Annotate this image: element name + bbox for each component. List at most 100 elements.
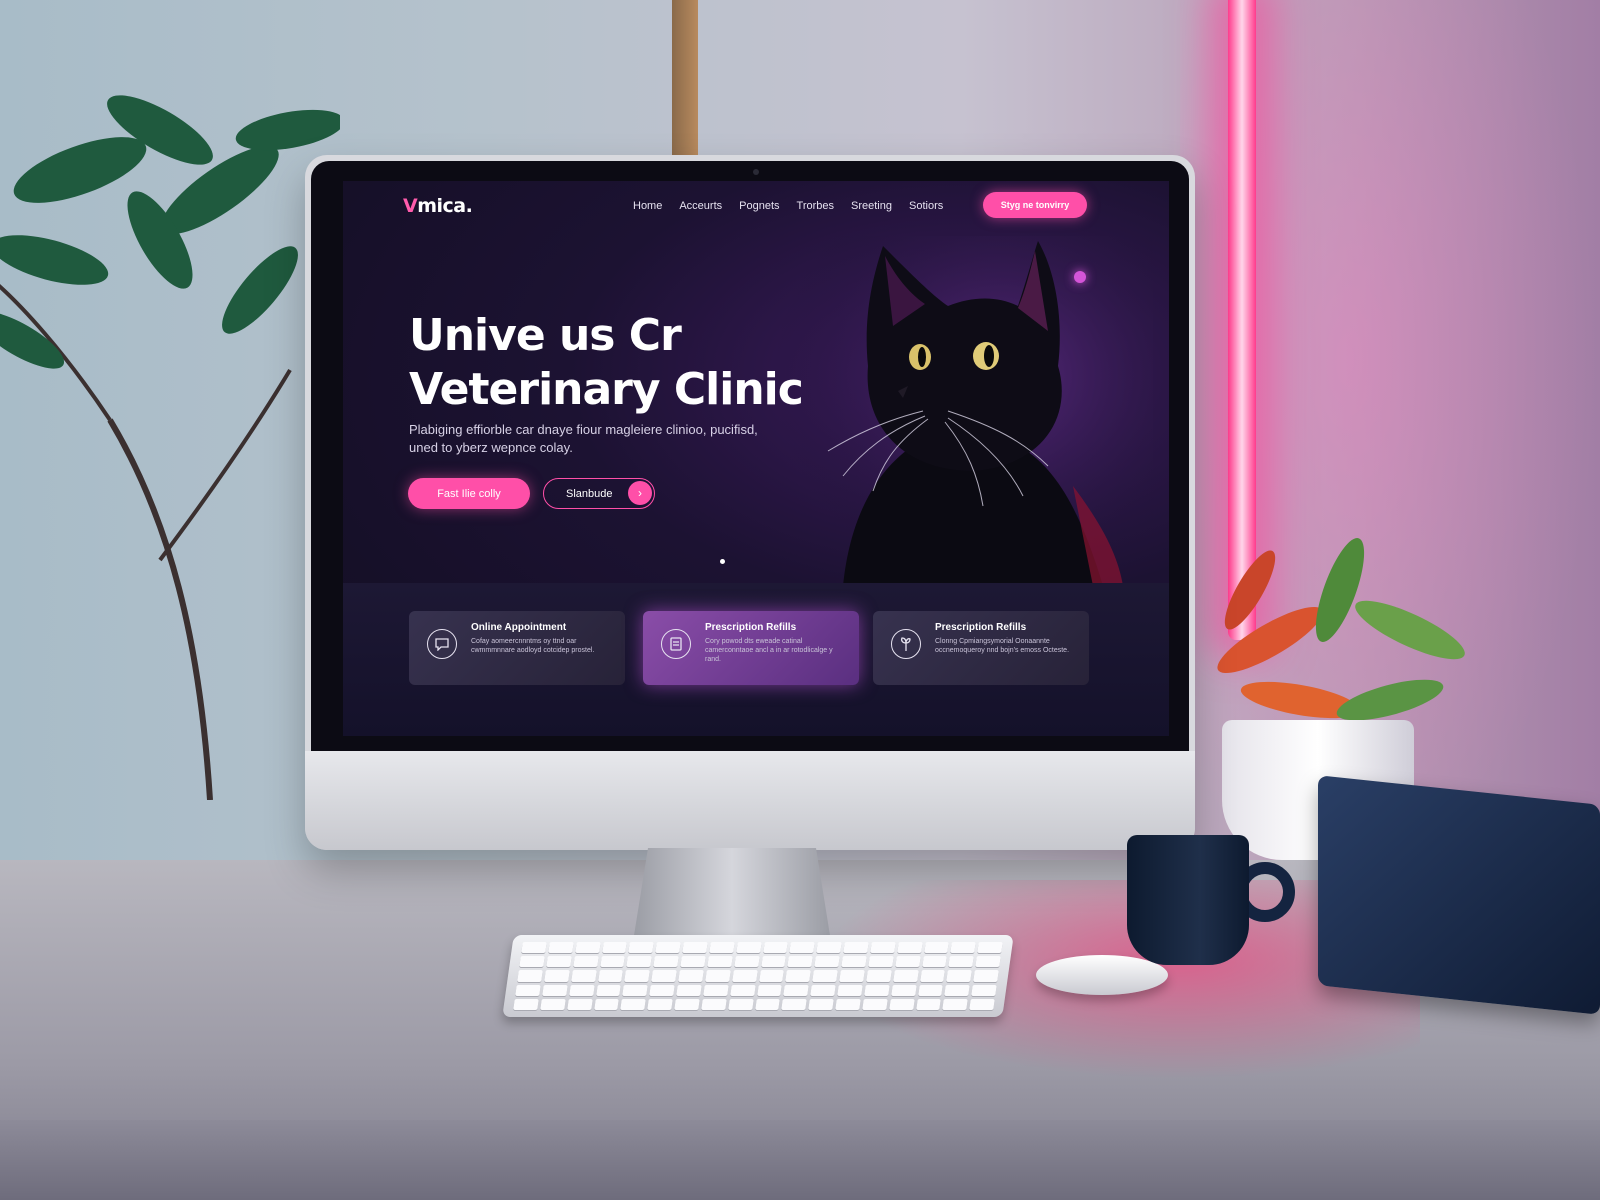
keyboard-key[interactable]: [655, 942, 681, 954]
keyboard-key[interactable]: [735, 942, 762, 954]
keyboard-key[interactable]: [892, 970, 919, 982]
keyboard-key[interactable]: [977, 942, 1003, 954]
keyboard-key[interactable]: [622, 984, 648, 996]
feature-card-prescription-refills-2[interactable]: Prescription Refills Clonng Cpmiangsymor…: [873, 611, 1089, 685]
keyboard-key[interactable]: [812, 970, 838, 982]
keyboard-key[interactable]: [628, 942, 654, 954]
keyboard-key[interactable]: [816, 942, 842, 954]
nav-link-home[interactable]: Home: [633, 200, 662, 212]
keyboard-key[interactable]: [973, 970, 999, 982]
keyboard-key[interactable]: [754, 998, 781, 1010]
keyboard-key[interactable]: [843, 942, 869, 954]
nav-link-sotiors[interactable]: Sotiors: [909, 200, 943, 212]
keyboard-key[interactable]: [599, 956, 626, 968]
keyboard-key[interactable]: [969, 998, 995, 1010]
keyboard-key[interactable]: [921, 956, 948, 968]
keyboard-key[interactable]: [682, 942, 708, 954]
keyboard-key[interactable]: [839, 970, 865, 982]
keyboard-key[interactable]: [705, 970, 731, 982]
keyboard-key[interactable]: [837, 984, 863, 996]
keyboard-key[interactable]: [789, 942, 815, 954]
keyboard-key[interactable]: [948, 956, 974, 968]
keyboard-key[interactable]: [678, 970, 704, 982]
keyboard-key[interactable]: [781, 998, 807, 1010]
keyboard-key[interactable]: [513, 998, 539, 1010]
keyboard-key[interactable]: [915, 998, 942, 1010]
keyboard-key[interactable]: [888, 998, 915, 1010]
keyboard-key[interactable]: [896, 942, 923, 954]
keyboard-key[interactable]: [890, 984, 917, 996]
hero-secondary-button[interactable]: Slanbude ›: [543, 478, 655, 509]
keyboard-key[interactable]: [866, 970, 892, 982]
keyboard-key[interactable]: [942, 998, 968, 1010]
keyboard-key[interactable]: [944, 984, 970, 996]
keyboard-key[interactable]: [923, 942, 950, 954]
keyboard-key[interactable]: [620, 998, 646, 1010]
keyboard-key[interactable]: [971, 984, 997, 996]
keyboard-key[interactable]: [703, 984, 729, 996]
keyboard-key[interactable]: [950, 942, 976, 954]
keyboard-key[interactable]: [651, 970, 677, 982]
keyboard-key[interactable]: [946, 970, 972, 982]
keyboard-key[interactable]: [814, 956, 840, 968]
keyboard-key[interactable]: [574, 942, 601, 954]
feature-card-prescription-refills[interactable]: Prescription Refills Cory powod dts ewea…: [643, 611, 859, 685]
keyboard-key[interactable]: [709, 942, 735, 954]
keyboard-key[interactable]: [862, 998, 888, 1010]
nav-link-sreeting[interactable]: Sreeting: [851, 200, 892, 212]
mouse[interactable]: [1036, 955, 1168, 995]
keyboard-key[interactable]: [653, 956, 679, 968]
keyboard[interactable]: [502, 935, 1014, 1017]
keyboard-key[interactable]: [572, 956, 599, 968]
keyboard-key[interactable]: [894, 956, 921, 968]
keyboard-key[interactable]: [546, 956, 572, 968]
keyboard-key[interactable]: [593, 998, 620, 1010]
keyboard-key[interactable]: [540, 998, 566, 1010]
keyboard-key[interactable]: [919, 970, 946, 982]
keyboard-key[interactable]: [701, 998, 727, 1010]
keyboard-key[interactable]: [680, 956, 706, 968]
nav-link-accounts[interactable]: Acceurts: [679, 200, 722, 212]
keyboard-key[interactable]: [733, 956, 760, 968]
keyboard-key[interactable]: [787, 956, 813, 968]
keyboard-key[interactable]: [864, 984, 890, 996]
keyboard-key[interactable]: [810, 984, 836, 996]
keyboard-key[interactable]: [544, 970, 570, 982]
keyboard-key[interactable]: [760, 956, 787, 968]
keyboard-key[interactable]: [835, 998, 861, 1010]
nav-link-pognets[interactable]: Pognets: [739, 200, 779, 212]
keyboard-key[interactable]: [707, 956, 733, 968]
keyboard-key[interactable]: [870, 942, 896, 954]
keyboard-key[interactable]: [808, 998, 834, 1010]
keyboard-key[interactable]: [597, 970, 624, 982]
keyboard-key[interactable]: [517, 970, 543, 982]
keyboard-key[interactable]: [731, 970, 758, 982]
keyboard-key[interactable]: [868, 956, 894, 968]
keyboard-key[interactable]: [519, 956, 545, 968]
keyboard-key[interactable]: [762, 942, 789, 954]
keyboard-key[interactable]: [975, 956, 1001, 968]
keyboard-key[interactable]: [570, 970, 597, 982]
keyboard-key[interactable]: [756, 984, 783, 996]
keyboard-key[interactable]: [785, 970, 811, 982]
keyboard-key[interactable]: [783, 984, 809, 996]
keyboard-key[interactable]: [674, 998, 700, 1010]
nav-link-trorbes[interactable]: Trorbes: [797, 200, 835, 212]
keyboard-key[interactable]: [566, 998, 593, 1010]
site-logo[interactable]: Vmica.: [403, 195, 473, 217]
keyboard-key[interactable]: [568, 984, 595, 996]
keyboard-key[interactable]: [649, 984, 675, 996]
hero-primary-button[interactable]: Fast Ilie colly: [408, 478, 530, 509]
keyboard-key[interactable]: [758, 970, 785, 982]
keyboard-key[interactable]: [917, 984, 944, 996]
keyboard-key[interactable]: [548, 942, 574, 954]
keyboard-key[interactable]: [647, 998, 673, 1010]
nav-cta-button[interactable]: Styg ne tonvirry: [983, 192, 1087, 218]
keyboard-key[interactable]: [841, 956, 867, 968]
keyboard-key[interactable]: [727, 998, 754, 1010]
keyboard-key[interactable]: [624, 970, 650, 982]
keyboard-key[interactable]: [626, 956, 652, 968]
keyboard-key[interactable]: [521, 942, 547, 954]
feature-card-online-appointment[interactable]: Online Appointment Cofay aomeercnnntms o…: [409, 611, 625, 685]
keyboard-key[interactable]: [515, 984, 541, 996]
